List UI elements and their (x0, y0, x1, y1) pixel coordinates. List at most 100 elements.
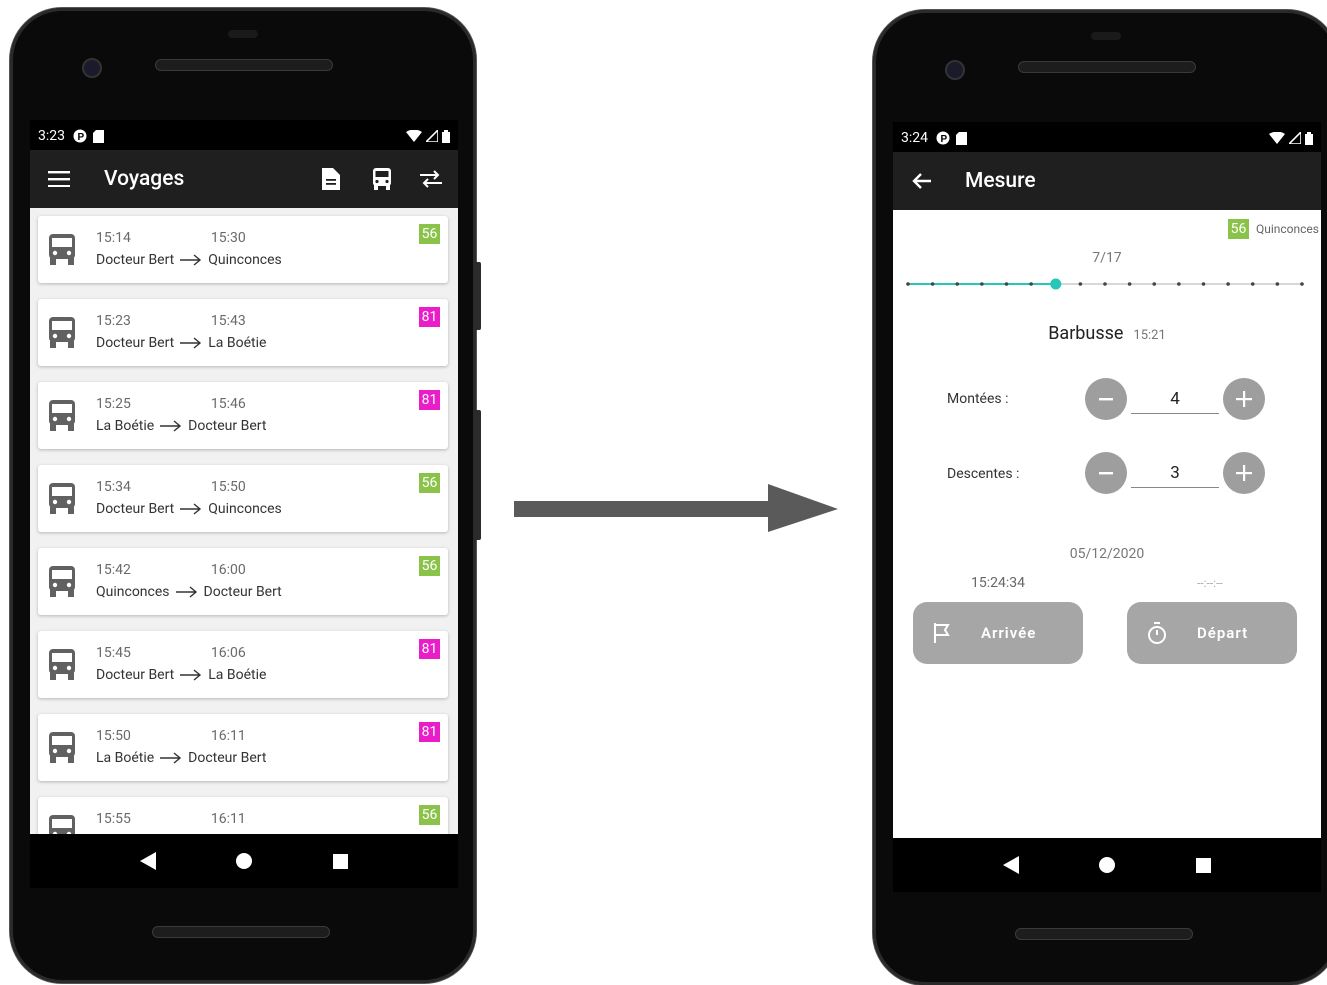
progress-stop-dot (955, 282, 960, 286)
line-badge: 81 (419, 390, 440, 410)
descentes-minus-button[interactable] (1085, 452, 1127, 494)
volume-button (475, 410, 481, 540)
power-button (475, 262, 481, 330)
date-label: 05/12/2020 (1069, 546, 1145, 562)
trip-departure: 15:50 (96, 728, 131, 744)
bus-icon (49, 732, 75, 763)
departure-time: --:--:-- (1197, 576, 1223, 590)
trip-from: Docteur Bert (96, 667, 175, 683)
right-screen: 3:24 P Mesure 56 Quinconces 7/17 Barbuss… (893, 122, 1321, 838)
line-badge: 56 (419, 556, 440, 576)
arrow-right-icon (175, 586, 197, 598)
bus-icon[interactable] (372, 168, 392, 190)
trip-departure: 15:45 (96, 645, 131, 661)
recents-nav-icon[interactable] (332, 853, 348, 869)
descentes-label: Descentes : (947, 466, 1020, 482)
left-screen: 3:23 P Voyages 15:14 15:30 Docteur Bert Qui… (30, 120, 458, 834)
home-nav-icon[interactable] (236, 853, 253, 869)
trip-times: 15:34 15:50 (96, 479, 246, 495)
trip-route: La Boétie Docteur Bert (96, 418, 266, 434)
trip-card[interactable]: 15:42 16:00 Quinconces Docteur Bert 56 (38, 548, 448, 615)
flag-icon (934, 623, 950, 643)
trip-route: Docteur Bert La Boétie (96, 667, 266, 683)
trip-to: La Boétie (208, 667, 267, 683)
minus-icon (1099, 397, 1113, 400)
notification-p-icon: P (73, 129, 87, 143)
destination-label: Quinconces (1255, 222, 1319, 236)
trip-to: Quinconces (208, 252, 282, 268)
back-arrow-icon[interactable] (911, 172, 931, 190)
document-icon[interactable] (322, 168, 340, 190)
signal-icon (1289, 132, 1301, 144)
stop-progress-bar (906, 278, 1304, 290)
stopwatch-icon (1148, 622, 1166, 644)
trip-arrival: 16:00 (210, 562, 246, 578)
progress-stop-dot (906, 282, 910, 286)
trip-route: Docteur Bert Quinconces (96, 501, 282, 517)
trip-departure: 15:23 (96, 313, 131, 329)
trip-departure: 15:14 (96, 230, 131, 246)
trip-departure: 15:25 (96, 396, 131, 412)
trip-times: 15:55 16:11 (96, 811, 246, 827)
trip-from: Docteur Bert (96, 335, 175, 351)
back-nav-icon[interactable] (140, 852, 157, 870)
trip-card[interactable]: 15:14 15:30 Docteur Bert Quinconces 56 (38, 216, 448, 283)
progress-stop-dot (1103, 282, 1107, 286)
descentes-field[interactable]: 3 (1131, 459, 1219, 488)
montees-minus-button[interactable] (1085, 378, 1127, 420)
progress-label: 7/17 (1092, 250, 1122, 266)
montees-plus-button[interactable] (1223, 378, 1265, 420)
montees-label: Montées : (947, 391, 1009, 407)
descentes-plus-button[interactable] (1223, 452, 1265, 494)
trip-list: 15:14 15:30 Docteur Bert Quinconces 56 15:23 1… (30, 208, 458, 834)
bus-icon (49, 566, 75, 597)
trip-arrival: 15:30 (210, 230, 246, 246)
bottom-speaker (152, 926, 330, 938)
arrivee-button[interactable]: Arrivée (913, 602, 1083, 664)
trip-card[interactable]: 15:50 16:11 La Boétie Docteur Bert 81 (38, 714, 448, 781)
stop-time: 15:21 (1133, 328, 1166, 343)
trip-times: 15:23 15:43 (96, 313, 246, 329)
stop-info: Barbusse 15:21 (893, 323, 1321, 344)
trip-card[interactable]: 15:23 15:43 Docteur Bert La Boétie 81 (38, 299, 448, 366)
wifi-icon (1269, 132, 1285, 144)
back-nav-icon[interactable] (1003, 856, 1020, 874)
top-speaker (1018, 61, 1196, 73)
front-camera (945, 60, 965, 80)
recents-nav-icon[interactable] (1195, 857, 1211, 873)
transition-arrow-icon (514, 484, 838, 532)
trip-card[interactable]: 15:45 16:06 Docteur Bert La Boétie 81 (38, 631, 448, 698)
battery-icon (442, 129, 450, 143)
progress-stop-dot (1029, 282, 1033, 286)
wifi-icon (406, 130, 422, 142)
android-nav-bar (30, 834, 458, 888)
progress-stop-dot (1078, 282, 1083, 286)
progress-stop-dot (1275, 282, 1280, 286)
plus-icon (1236, 391, 1252, 407)
trip-to: Docteur Bert (188, 750, 267, 766)
arrow-right-icon (180, 503, 202, 515)
montees-field[interactable]: 4 (1131, 385, 1219, 414)
line-badge: 81 (419, 307, 440, 327)
bottom-speaker (1015, 928, 1193, 940)
trip-route: Docteur Bert La Boétie (96, 335, 266, 351)
trip-card[interactable]: 15:55 16:11 56 (38, 797, 448, 834)
svg-text:P: P (941, 134, 948, 145)
progress-stop-dot (1152, 282, 1157, 286)
line-badge: 81 (419, 639, 440, 659)
menu-icon[interactable] (48, 171, 70, 187)
swap-icon[interactable] (420, 170, 442, 188)
line-badge: 56 (419, 473, 440, 493)
trip-card[interactable]: 15:25 15:46 La Boétie Docteur Bert 81 (38, 382, 448, 449)
home-nav-icon[interactable] (1099, 857, 1116, 873)
trip-times: 15:50 16:11 (96, 728, 246, 744)
arrivee-label: Arrivée (981, 624, 1037, 642)
trip-arrival: 15:43 (210, 313, 246, 329)
progress-stop-dot (1300, 282, 1304, 286)
trip-from: Docteur Bert (96, 501, 175, 517)
trip-arrival: 15:50 (210, 479, 246, 495)
app-bar: Mesure (893, 152, 1321, 210)
depart-button[interactable]: Départ (1127, 602, 1297, 664)
line-badge: 81 (419, 722, 440, 742)
trip-card[interactable]: 15:34 15:50 Docteur Bert Quinconces 56 (38, 465, 448, 532)
